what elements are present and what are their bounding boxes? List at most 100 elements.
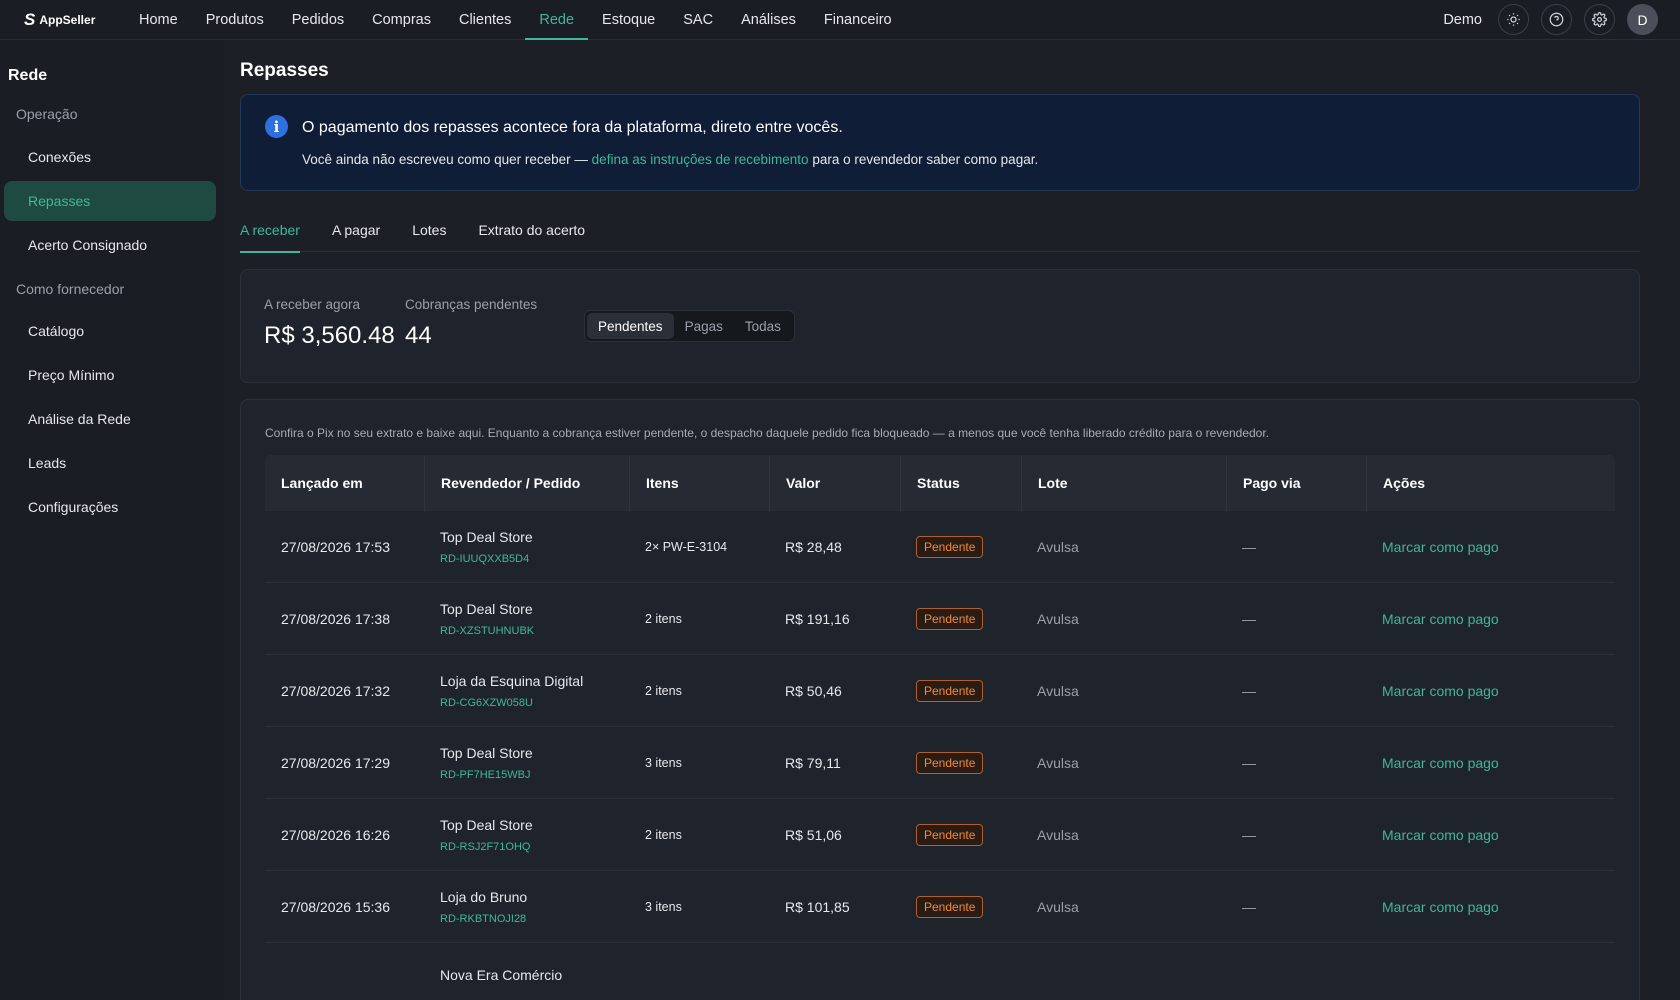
order-link[interactable]: RD-CG6XZW058U: [440, 697, 629, 709]
status-badge: Pendente: [916, 752, 984, 774]
cell-date: 27/08/2026 16:26: [265, 799, 424, 871]
status-badge: Pendente: [916, 824, 984, 846]
col-revendedor-pedido[interactable]: Revendedor / Pedido: [424, 455, 629, 511]
sidebar-item-conexoes[interactable]: Conexões: [4, 137, 216, 177]
receiving-instructions-link[interactable]: defina as instruções de recebimento: [592, 152, 809, 167]
cell-seller-text: Loja da Esquina Digital: [440, 673, 584, 689]
cell-status: Pendente: [900, 655, 1021, 727]
sidebar-item-configuracoes[interactable]: Configurações: [4, 487, 216, 527]
table-row: 27/08/2026 15:36 Loja do Bruno RD-RKBTNOJI…: [265, 871, 1615, 943]
cell-pago-via: —: [1226, 583, 1366, 655]
col-status[interactable]: Status: [900, 455, 1021, 511]
cell-date: [265, 943, 424, 1000]
cell-date-text: 27/08/2026 15:36: [281, 899, 390, 915]
cell-lote-text: Avulsa: [1037, 827, 1079, 843]
sidebar-item-preco-minimo[interactable]: Preço Mínimo: [4, 355, 216, 395]
table-row: Nova Era Comércio: [265, 943, 1615, 1000]
cell-pago-via: —: [1226, 871, 1366, 943]
cell-seller-text: Nova Era Comércio: [440, 967, 563, 983]
col-itens[interactable]: Itens: [629, 455, 769, 511]
nav-rede[interactable]: Rede: [525, 0, 588, 40]
cell-status: Pendente: [900, 511, 1021, 583]
table-row: 27/08/2026 17:32 Loja da Esquina Digital R…: [265, 655, 1615, 727]
cell-seller: Top Deal Store RD-XZSTUHNUBK: [424, 583, 629, 655]
cell-lote: Avulsa: [1021, 583, 1226, 655]
order-link[interactable]: RD-IUUQXXB5D4: [440, 553, 629, 565]
summary-card: A receber agora R$ 3,560.48 Cobranças pe…: [240, 269, 1640, 383]
repasses-table-card: Confira o Pix no seu extrato e baixe aqu…: [240, 399, 1640, 1000]
banner-text-before: Você ainda não escreveu como quer recebe…: [302, 152, 592, 167]
cell-value: R$ 28,48: [769, 511, 900, 583]
stat-pendentes-value: 44: [405, 322, 432, 349]
nav-home[interactable]: Home: [125, 0, 192, 40]
filter-pendentes[interactable]: Pendentes: [587, 313, 674, 339]
nav-sac[interactable]: SAC: [669, 0, 727, 40]
cell-lote-text: Avulsa: [1037, 755, 1079, 771]
tabs: A receber A pagar Lotes Extrato do acert…: [240, 212, 1640, 253]
sidebar-item-acerto-consignado[interactable]: Acerto Consignado: [4, 225, 216, 265]
top-bar: S AppSeller Home Produtos Pedidos Compra…: [0, 0, 1680, 40]
filter-pagas[interactable]: Pagas: [674, 313, 734, 339]
order-link[interactable]: RD-XZSTUHNUBK: [440, 625, 629, 637]
cell-seller: Top Deal Store RD-IUUQXXB5D4: [424, 511, 629, 583]
sidebar-item-analise-rede[interactable]: Análise da Rede: [4, 399, 216, 439]
col-pago-via[interactable]: Pago via: [1226, 455, 1366, 511]
sidebar-item-repasses[interactable]: Repasses: [4, 181, 216, 221]
cell-items: 2 itens: [629, 655, 769, 727]
nav-produtos[interactable]: Produtos: [192, 0, 278, 40]
cell-value: R$ 79,11: [769, 727, 900, 799]
app-logo[interactable]: S AppSeller: [0, 10, 125, 30]
mark-paid-link[interactable]: Marcar como pago: [1382, 539, 1615, 555]
settings-button[interactable]: [1584, 4, 1615, 35]
cell-pago-via: —: [1226, 727, 1366, 799]
help-button[interactable]: [1541, 4, 1572, 35]
cell-value-text: R$ 79,11: [785, 755, 841, 771]
mark-paid-link[interactable]: Marcar como pago: [1382, 683, 1615, 699]
tab-a-pagar[interactable]: A pagar: [332, 212, 380, 252]
stat-a-receber: A receber agora R$ 3,560.48: [264, 297, 395, 350]
cell-status: Pendente: [900, 799, 1021, 871]
sidebar-item-leads[interactable]: Leads: [4, 443, 216, 483]
cell-value: R$ 50,46: [769, 655, 900, 727]
cell-lote-text: Avulsa: [1037, 683, 1079, 699]
cell-seller-text: Top Deal Store: [440, 601, 533, 617]
cell-value: [769, 943, 900, 1000]
col-valor[interactable]: Valor: [769, 455, 900, 511]
cell-pago-via-text: —: [1242, 827, 1256, 843]
cell-pago-via: —: [1226, 655, 1366, 727]
theme-toggle-button[interactable]: [1498, 4, 1529, 35]
mark-paid-link[interactable]: Marcar como pago: [1382, 611, 1615, 627]
cell-date: 27/08/2026 17:32: [265, 655, 424, 727]
mark-paid-link[interactable]: Marcar como pago: [1382, 827, 1615, 843]
order-link[interactable]: RD-PF7HE15WBJ: [440, 769, 629, 781]
nav-estoque[interactable]: Estoque: [588, 0, 669, 40]
mark-paid-link[interactable]: Marcar como pago: [1382, 899, 1615, 915]
nav-pedidos[interactable]: Pedidos: [278, 0, 358, 40]
nav-financeiro[interactable]: Financeiro: [810, 0, 906, 40]
order-link[interactable]: RD-RKBTNOJI28: [440, 913, 629, 925]
col-lancado-em[interactable]: Lançado em: [265, 455, 424, 511]
tab-lotes[interactable]: Lotes: [412, 212, 446, 252]
account-label[interactable]: Demo: [1443, 12, 1482, 28]
cell-lote: Avulsa: [1021, 727, 1226, 799]
cell-action: Marcar como pago: [1366, 871, 1615, 943]
status-badge: Pendente: [916, 680, 984, 702]
col-lote[interactable]: Lote: [1021, 455, 1226, 511]
order-link[interactable]: RD-RSJ2F71OHQ: [440, 841, 629, 853]
cell-date-text: 27/08/2026 17:29: [281, 755, 390, 771]
tab-extrato-acerto[interactable]: Extrato do acerto: [478, 212, 585, 252]
filter-todas[interactable]: Todas: [734, 313, 792, 339]
cell-items: [629, 943, 769, 1000]
nav-analises[interactable]: Análises: [727, 0, 810, 40]
sidebar-item-catalogo[interactable]: Catálogo: [4, 311, 216, 351]
avatar[interactable]: D: [1627, 4, 1658, 35]
cell-date-text: 27/08/2026 17:32: [281, 683, 390, 699]
nav-clientes[interactable]: Clientes: [445, 0, 525, 40]
nav-compras[interactable]: Compras: [358, 0, 445, 40]
status-badge: Pendente: [916, 608, 984, 630]
cell-lote-text: Avulsa: [1037, 899, 1079, 915]
cell-pago-via: —: [1226, 799, 1366, 871]
mark-paid-link[interactable]: Marcar como pago: [1382, 755, 1615, 771]
tab-a-receber[interactable]: A receber: [240, 212, 300, 253]
cell-items: 2 itens: [629, 799, 769, 871]
